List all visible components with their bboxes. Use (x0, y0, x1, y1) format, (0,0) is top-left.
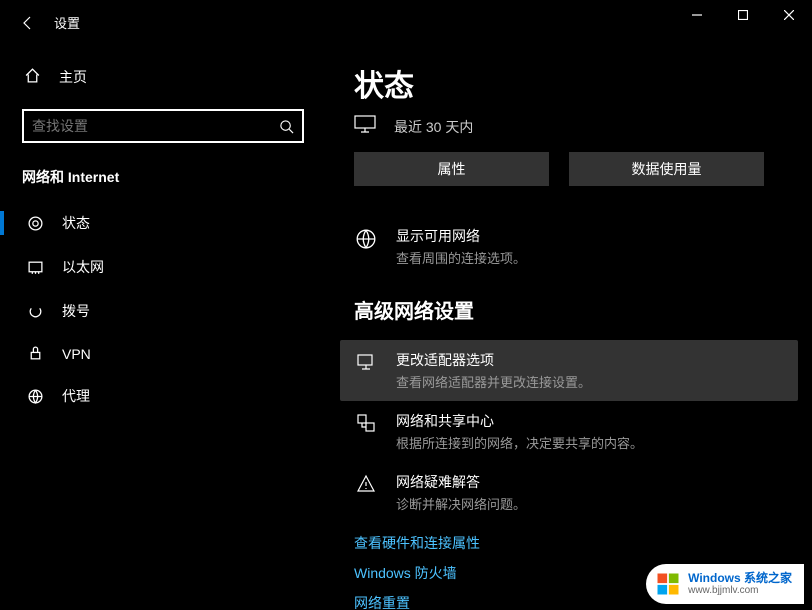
monitor-icon (354, 115, 376, 138)
status-icon (24, 215, 46, 232)
maximize-icon (738, 10, 748, 20)
sidebar-section-title: 网络和 Internet (0, 157, 326, 201)
recent-text: 最近 30 天内 (394, 117, 473, 137)
ethernet-icon (24, 259, 46, 276)
search-icon (279, 119, 294, 134)
status-row: 最近 30 天内 (354, 115, 784, 138)
sidebar: 主页 网络和 Internet 状态 以太网 拨号 VPN 代理 (0, 45, 326, 610)
sidebar-item-ethernet[interactable]: 以太网 (0, 245, 326, 289)
back-button[interactable] (4, 0, 52, 45)
titlebar: 设置 (0, 0, 812, 45)
item-title: 更改适配器选项 (396, 350, 784, 370)
sidebar-item-status[interactable]: 状态 (0, 201, 326, 245)
sidebar-item-dialup[interactable]: 拨号 (0, 289, 326, 333)
item-title: 网络和共享中心 (396, 411, 784, 431)
sidebar-item-label: 拨号 (62, 301, 90, 321)
item-desc: 查看网络适配器并更改连接设置。 (396, 372, 784, 391)
properties-button[interactable]: 属性 (354, 152, 549, 186)
show-networks-item[interactable]: 显示可用网络 查看周围的连接选项。 (354, 216, 784, 277)
search-box[interactable] (22, 109, 304, 143)
maximize-button[interactable] (720, 0, 766, 30)
minimize-icon (692, 10, 702, 20)
dialup-icon (24, 303, 46, 320)
item-title: 显示可用网络 (396, 226, 784, 246)
watermark-url: www.bjjmlv.com (688, 585, 792, 596)
data-usage-button[interactable]: 数据使用量 (569, 152, 764, 186)
home-label: 主页 (59, 67, 87, 87)
hardware-properties-link[interactable]: 查看硬件和连接属性 (354, 533, 784, 553)
item-desc: 诊断并解决网络问题。 (396, 494, 784, 513)
sharing-icon (354, 413, 378, 433)
sidebar-item-label: 代理 (62, 386, 90, 406)
close-icon (784, 10, 794, 20)
main-content: 状态 最近 30 天内 属性 数据使用量 显示可用网络 查看周围的连接选项。 高… (326, 45, 812, 610)
proxy-icon (24, 388, 46, 405)
item-desc: 查看周围的连接选项。 (396, 248, 784, 267)
item-desc: 根据所连接到的网络，决定要共享的内容。 (396, 433, 784, 452)
sharing-center-item[interactable]: 网络和共享中心 根据所连接到的网络，决定要共享的内容。 (354, 401, 784, 462)
home-nav-item[interactable]: 主页 (0, 57, 326, 97)
search-container (0, 97, 326, 157)
sidebar-item-label: 状态 (62, 213, 90, 233)
warning-icon (354, 474, 378, 494)
arrow-left-icon (20, 15, 36, 31)
sidebar-item-proxy[interactable]: 代理 (0, 374, 326, 418)
sidebar-item-label: VPN (62, 346, 91, 362)
adapter-options-item[interactable]: 更改适配器选项 查看网络适配器并更改连接设置。 (340, 340, 798, 401)
windows-logo-icon (654, 570, 682, 598)
vpn-icon (24, 345, 46, 362)
watermark: Windows 系统之家 www.bjjmlv.com (646, 564, 804, 604)
button-row: 属性 数据使用量 (354, 152, 784, 186)
advanced-heading: 高级网络设置 (354, 295, 784, 324)
minimize-button[interactable] (674, 0, 720, 30)
home-icon (24, 67, 41, 87)
adapter-icon (354, 352, 378, 372)
globe-icon (354, 228, 378, 250)
watermark-title: Windows 系统之家 (688, 572, 792, 585)
sidebar-item-vpn[interactable]: VPN (0, 333, 326, 374)
item-title: 网络疑难解答 (396, 472, 784, 492)
close-button[interactable] (766, 0, 812, 30)
page-title: 状态 (354, 61, 784, 105)
search-input[interactable] (32, 118, 279, 134)
window-controls (674, 0, 812, 30)
window-title: 设置 (54, 13, 80, 32)
troubleshoot-item[interactable]: 网络疑难解答 诊断并解决网络问题。 (354, 462, 784, 523)
sidebar-item-label: 以太网 (62, 257, 104, 277)
